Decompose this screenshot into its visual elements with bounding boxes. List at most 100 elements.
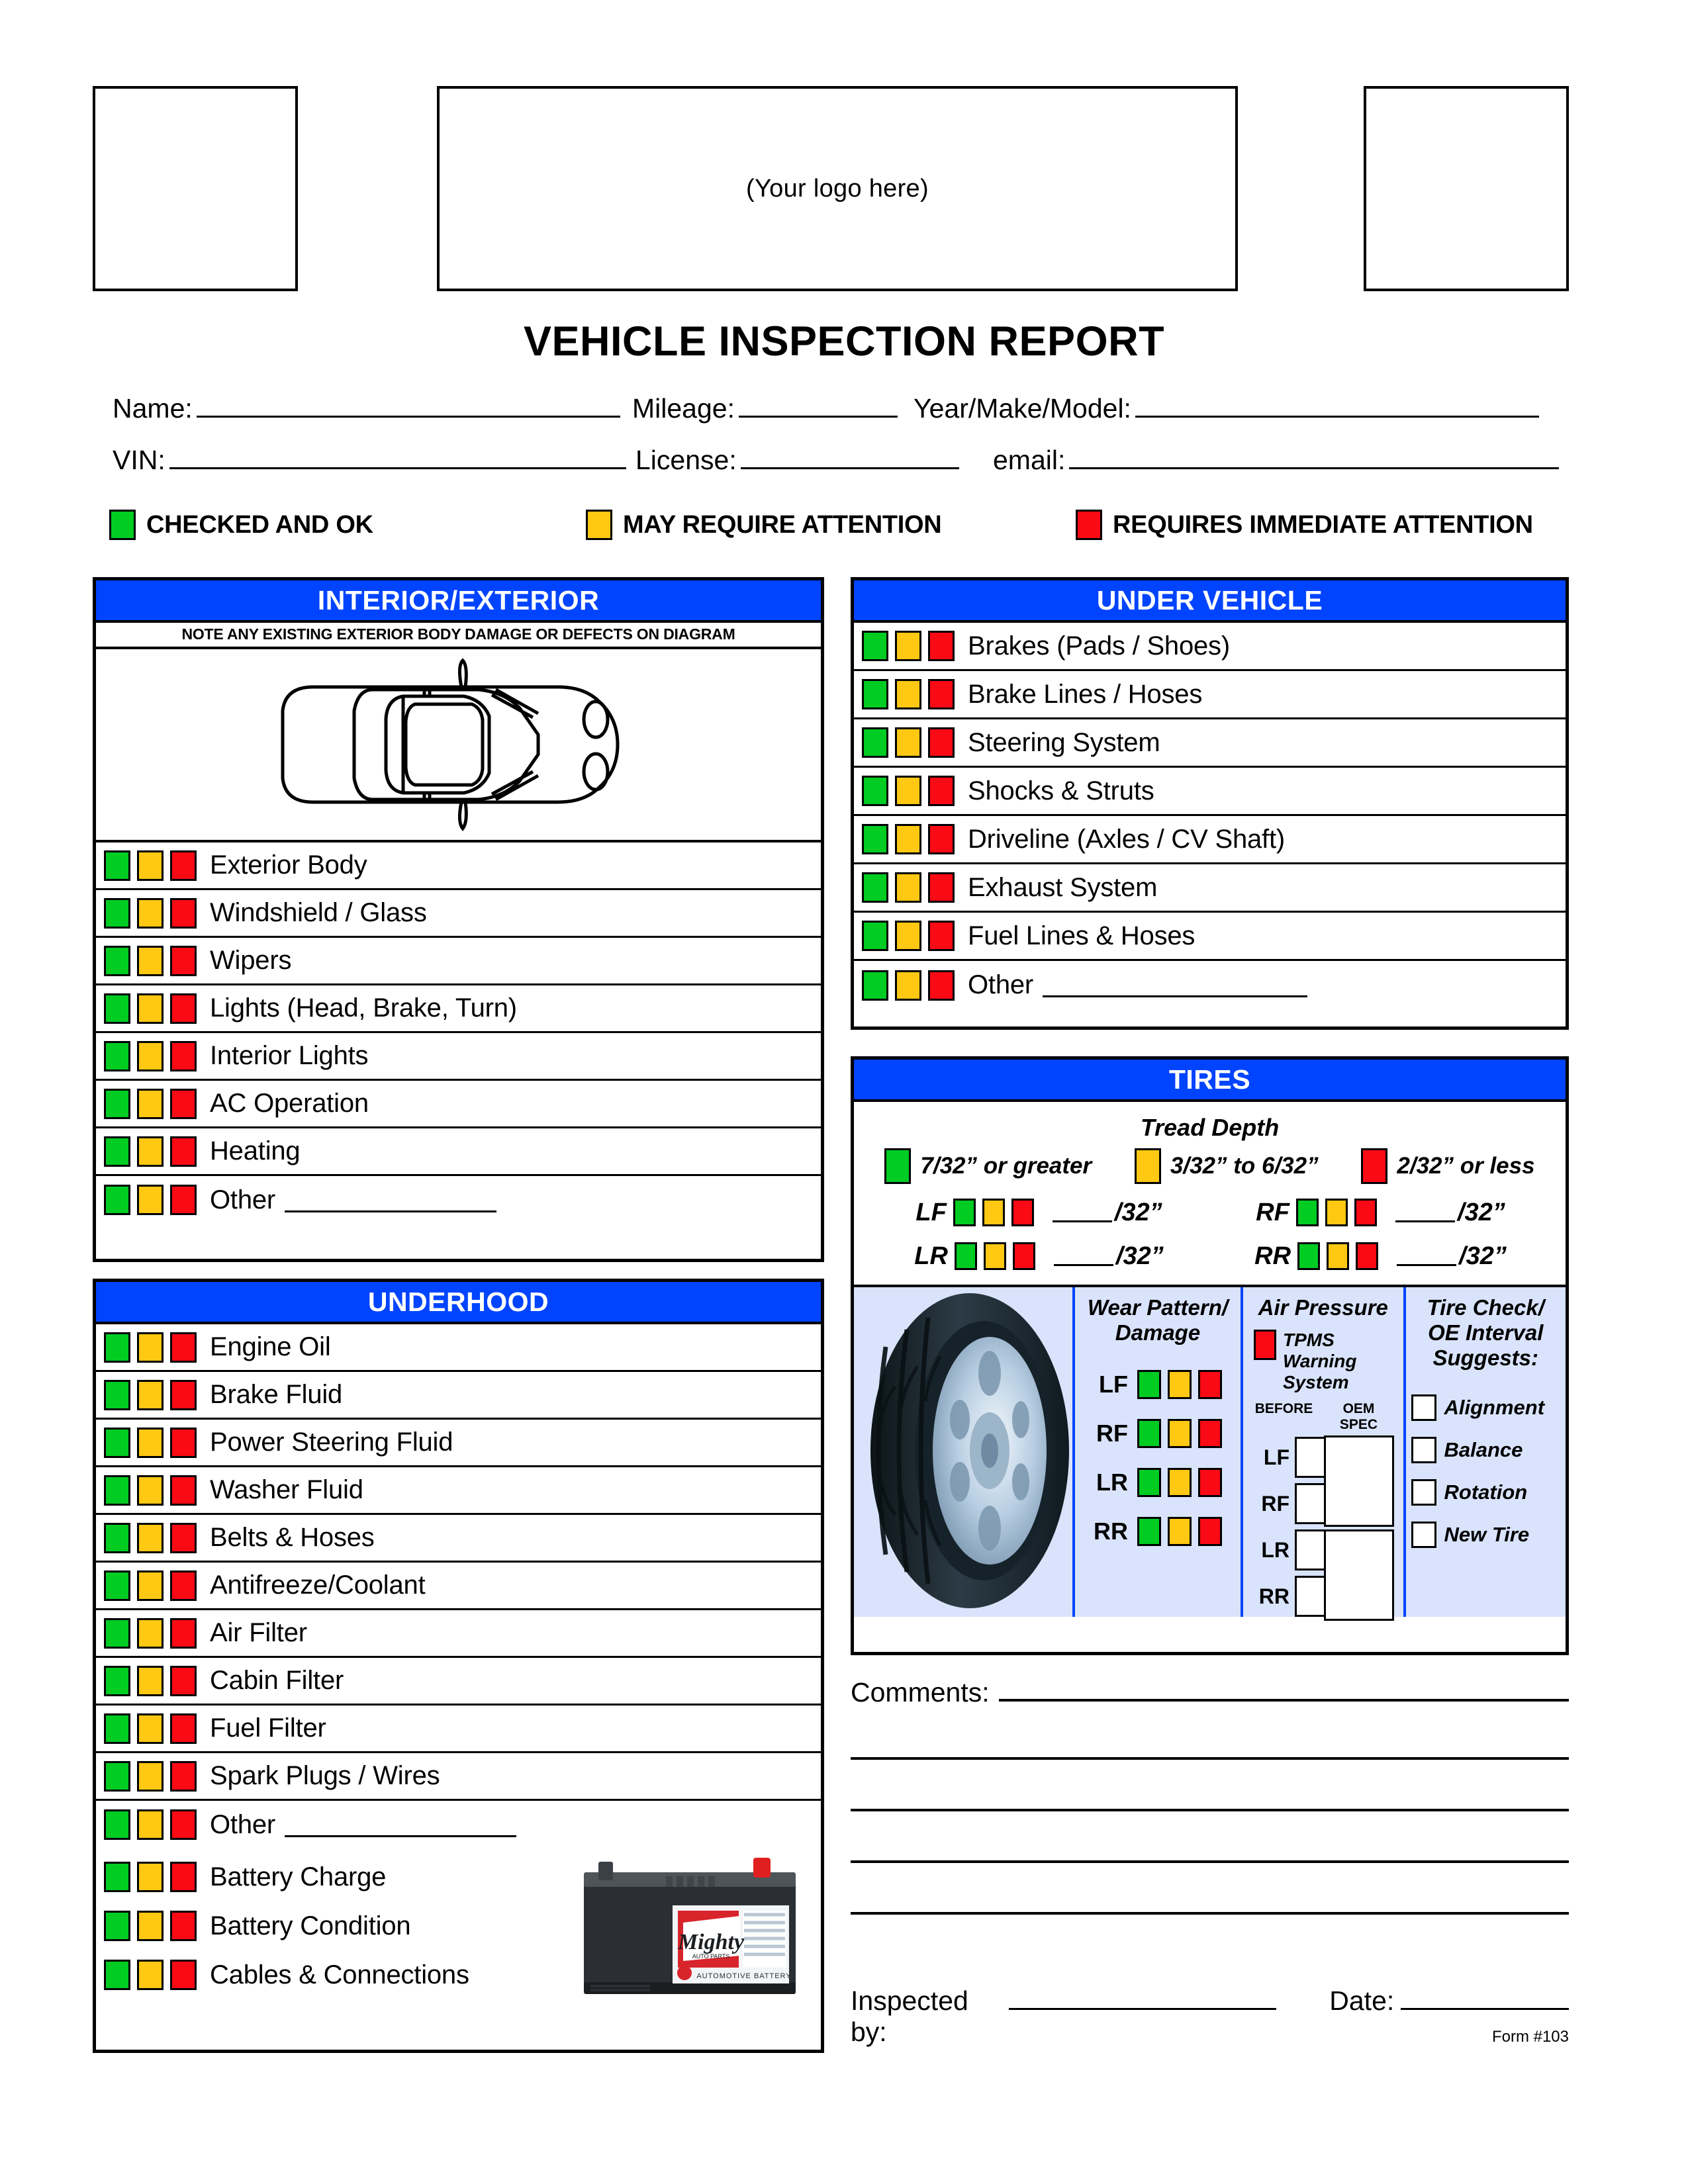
status-box-yellow[interactable] [137,1570,164,1601]
status-box-red[interactable] [170,1379,197,1410]
status-box-yellow[interactable] [895,679,921,709]
status-box-yellow[interactable] [137,850,164,881]
status-box-red[interactable] [170,993,197,1024]
email-input[interactable] [1069,449,1560,469]
checklist-row[interactable]: Cables & Connections [104,1950,469,1999]
status-box-red[interactable] [928,727,955,758]
tire-check-option[interactable]: Alignment [1411,1387,1561,1429]
checklist-row[interactable]: Battery Condition [104,1901,469,1950]
tread-depth-input[interactable] [1397,1247,1457,1266]
checklist-row[interactable]: Steering System [854,719,1566,768]
status-box-yellow[interactable] [137,1713,164,1744]
status-box-red[interactable] [1198,1419,1222,1448]
status-box-green[interactable] [104,1760,130,1792]
status-box-yellow[interactable] [137,1040,164,1071]
status-box-yellow[interactable] [137,1760,164,1792]
checklist-row[interactable]: Exhaust System [854,864,1566,913]
status-box-red[interactable] [170,945,197,976]
checklist-row[interactable]: Belts & Hoses [96,1515,821,1563]
tread-depth-input[interactable] [1395,1203,1455,1222]
checklist-row[interactable]: Brakes (Pads / Shoes) [854,623,1566,671]
name-input[interactable] [196,397,620,418]
status-box-yellow[interactable] [1325,1199,1348,1226]
status-box-green[interactable] [862,631,888,661]
status-box-red[interactable] [170,1475,197,1506]
license-input[interactable] [740,449,959,469]
status-box-red[interactable] [170,1960,197,1990]
status-box-green[interactable] [104,1379,130,1410]
status-box-red[interactable] [1012,1242,1035,1270]
status-box-green[interactable] [862,824,888,854]
status-box-yellow[interactable] [983,1242,1006,1270]
status-box-yellow[interactable] [137,1185,164,1215]
status-box-green[interactable] [104,897,130,929]
status-box-green[interactable] [862,970,888,1001]
checklist-row[interactable]: Antifreeze/Coolant [96,1563,821,1610]
date-input[interactable] [1401,1988,1569,2010]
checklist-item-blank-input[interactable] [285,1188,497,1212]
status-box-green[interactable] [953,1199,976,1226]
comments-first-line[interactable]: Comments: [851,1677,1569,1708]
status-box-red[interactable] [928,921,955,951]
tire-check-option[interactable]: Rotation [1411,1471,1561,1514]
status-box-green[interactable] [862,679,888,709]
wear-pattern-row[interactable]: RR [1080,1507,1235,1556]
checklist-row[interactable]: Lights (Head, Brake, Turn) [96,985,821,1033]
status-box-green[interactable] [1137,1468,1161,1497]
status-box-yellow[interactable] [1327,1242,1350,1270]
status-box-red[interactable] [170,1185,197,1215]
checklist-row[interactable]: Spark Plugs / Wires [96,1753,821,1801]
checklist-row[interactable]: Battery Charge [104,1852,469,1901]
status-box-green[interactable] [1297,1242,1321,1270]
vin-field[interactable]: VIN: [113,445,626,476]
tire-check-option[interactable]: Balance [1411,1429,1561,1471]
status-box-yellow[interactable] [895,921,921,951]
checklist-row[interactable]: Windshield / Glass [96,890,821,938]
year-make-model-field[interactable]: Year/Make/Model: [914,393,1539,424]
status-box-yellow[interactable] [137,1475,164,1506]
status-box-red[interactable] [170,1617,197,1649]
status-box-green[interactable] [1137,1370,1161,1399]
checkbox-icon[interactable] [1411,1522,1436,1548]
mileage-input[interactable] [738,397,898,418]
status-box-yellow[interactable] [137,1617,164,1649]
status-box-yellow[interactable] [982,1199,1005,1226]
status-box-red[interactable] [170,1809,197,1840]
status-box-red[interactable] [170,1570,197,1601]
checklist-row[interactable]: Fuel Lines & Hoses [854,913,1566,961]
status-box-green[interactable] [104,1136,130,1167]
status-box-green[interactable] [1137,1517,1161,1546]
status-box-red[interactable] [928,631,955,661]
email-field[interactable]: email: [993,445,1560,476]
year-make-model-input[interactable] [1135,397,1539,418]
status-box-green[interactable] [104,1911,130,1941]
status-box-red[interactable] [928,679,955,709]
checklist-row[interactable]: Other [96,1801,821,1848]
status-box-green[interactable] [954,1242,977,1270]
status-box-green[interactable] [104,1960,130,1990]
status-box-red[interactable] [170,850,197,881]
status-box-green[interactable] [862,776,888,806]
status-box-yellow[interactable] [137,993,164,1024]
status-box-red[interactable] [170,897,197,929]
status-box-yellow[interactable] [1168,1370,1192,1399]
status-box-yellow[interactable] [137,1427,164,1458]
status-box-green[interactable] [104,1713,130,1744]
car-top-view-diagram[interactable] [96,649,821,842]
wear-pattern-row[interactable]: LR [1080,1458,1235,1507]
status-box-yellow[interactable] [137,1522,164,1553]
status-box-red[interactable] [1354,1199,1377,1226]
checklist-row[interactable]: Driveline (Axles / CV Shaft) [854,816,1566,864]
comments-input-4[interactable] [851,1811,1569,1863]
tread-depth-input[interactable] [1052,1203,1112,1222]
status-box-yellow[interactable] [895,727,921,758]
status-box-red[interactable] [170,1040,197,1071]
checklist-row[interactable]: Wipers [96,938,821,985]
status-box-red[interactable] [928,776,955,806]
status-box-yellow[interactable] [137,1862,164,1892]
status-box-red[interactable] [170,1522,197,1553]
checklist-row[interactable]: Fuel Filter [96,1706,821,1753]
wear-pattern-row[interactable]: LF [1080,1360,1235,1409]
status-box-green[interactable] [104,1570,130,1601]
comments-input-2[interactable] [851,1708,1569,1760]
